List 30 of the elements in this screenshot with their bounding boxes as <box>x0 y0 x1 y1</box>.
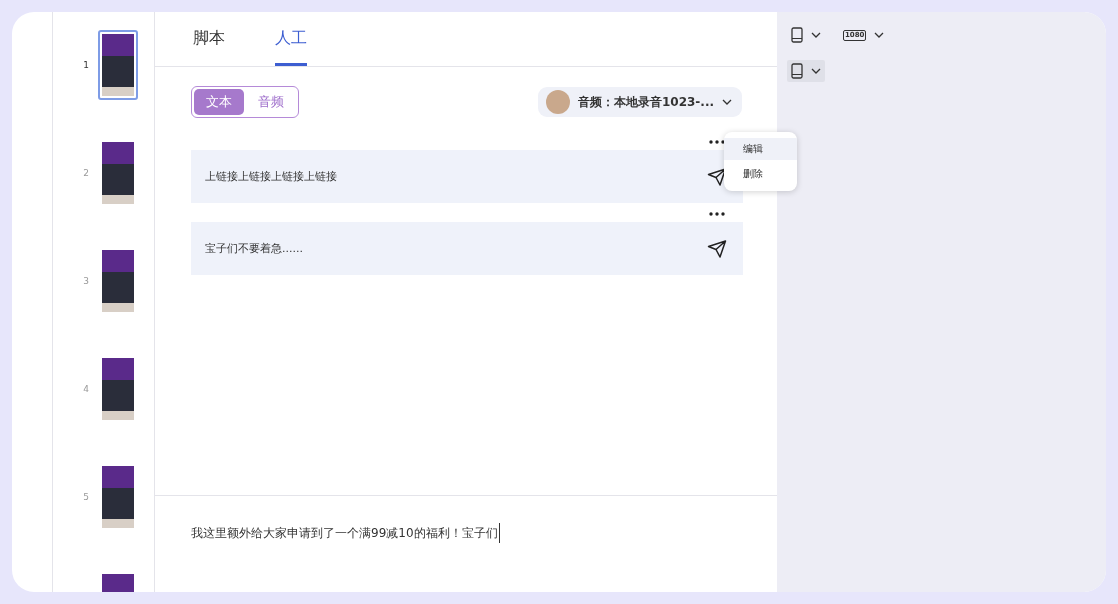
audio-select[interactable]: 音频：本地录音1023-... <box>537 87 742 117</box>
slide-number: 4 <box>82 384 89 394</box>
photo-placeholder <box>102 250 134 312</box>
slide-thumbnail[interactable] <box>98 30 138 100</box>
photo-placeholder <box>102 466 134 528</box>
input-field[interactable]: 我这里额外给大家申请到了一个满99减10的福利！宝子们 <box>191 523 500 543</box>
avatar <box>545 90 570 114</box>
slide-number: 5 <box>82 492 89 502</box>
photo-placeholder <box>102 358 134 420</box>
slide-number: 3 <box>82 276 89 286</box>
tab[interactable]: 人工 <box>275 28 307 66</box>
chevron-icon <box>811 68 821 74</box>
chevron-icon <box>874 32 885 38</box>
message-card[interactable]: 宝子们不要着急...... <box>191 222 743 275</box>
chevron-icon <box>722 99 732 105</box>
message-text: 宝子们不要着急...... <box>205 241 303 256</box>
send-icon[interactable] <box>707 167 727 186</box>
message-text: 上链接上链接上链接上链接 <box>205 169 337 184</box>
slide-number: 2 <box>82 168 89 178</box>
message-card[interactable]: 上链接上链接上链接上链接 <box>191 150 743 203</box>
tab[interactable]: 脚本 <box>193 28 225 66</box>
chevron-icon <box>811 32 821 38</box>
photo-placeholder <box>102 34 134 96</box>
photo-placeholder <box>102 142 134 204</box>
phone-icon <box>791 63 803 79</box>
slide-number: 1 <box>82 60 89 70</box>
phone-icon <box>791 27 803 43</box>
layout-dropdown[interactable] <box>787 60 825 82</box>
send-icon[interactable] <box>707 239 727 258</box>
menu-item[interactable]: 编辑 <box>724 138 797 160</box>
